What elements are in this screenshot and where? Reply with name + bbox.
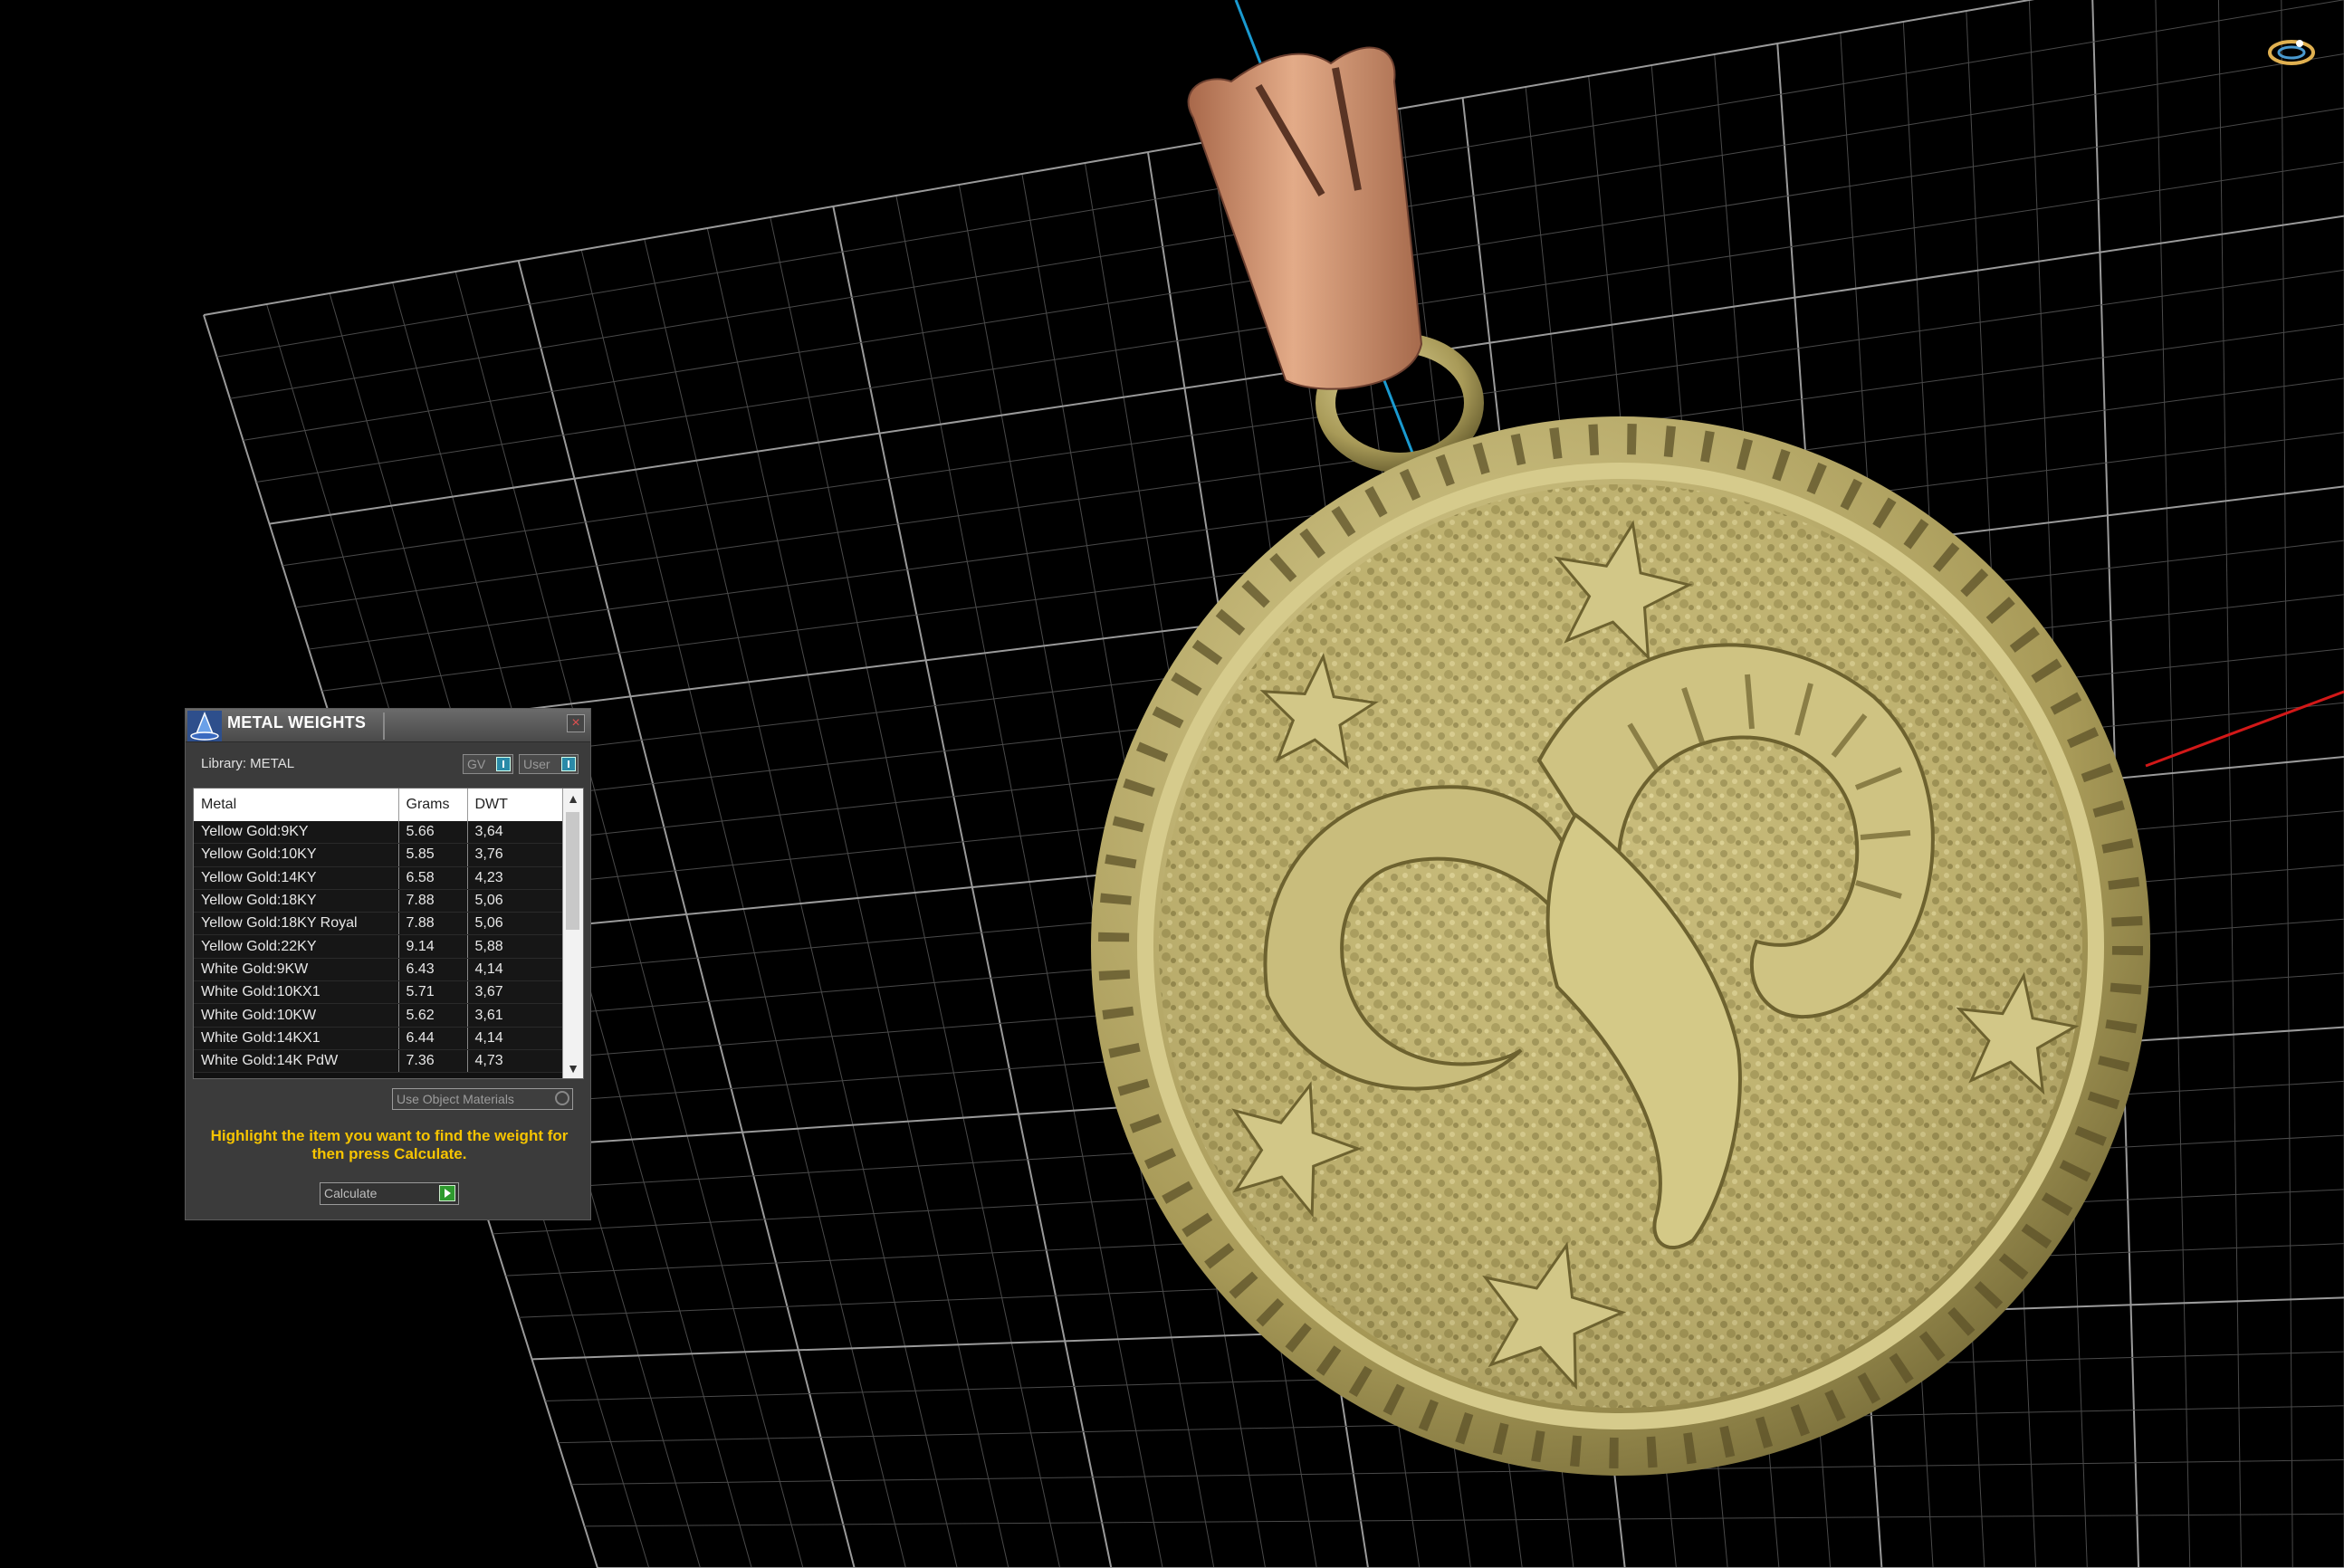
grid-line <box>2217 0 2243 1568</box>
panel-titlebar[interactable]: METAL WEIGHTS × <box>186 709 590 742</box>
table-row[interactable]: Yellow Gold:18KY 7.88 5,06 <box>194 889 566 913</box>
cell-dwt: 4,23 <box>467 866 566 890</box>
cell-metal: White Gold:14K PdW <box>194 1049 399 1074</box>
cell-dwt: 3,67 <box>467 980 566 1005</box>
cell-dwt: 5,06 <box>467 912 566 936</box>
cell-metal: White Gold:14KX1 <box>194 1027 399 1050</box>
scroll-down-arrow-icon[interactable]: ▼ <box>563 1058 583 1078</box>
gv-label: GV <box>467 757 486 771</box>
cell-grams: 7.88 <box>398 889 468 913</box>
cell-metal: White Gold:9KW <box>194 958 399 982</box>
cell-grams: 7.36 <box>398 1049 468 1074</box>
cell-metal: Yellow Gold:18KY <box>194 889 399 913</box>
grid-line <box>2155 0 2191 1568</box>
cell-grams: 5.71 <box>398 980 468 1005</box>
cell-dwt: 3,76 <box>467 843 566 867</box>
panel-title: METAL WEIGHTS <box>227 713 367 731</box>
table-row[interactable]: Yellow Gold:18KY Royal 7.88 5,06 <box>194 912 566 936</box>
table-row[interactable]: Yellow Gold:9KY 5.66 3,64 <box>194 821 566 845</box>
column-header-metal[interactable]: Metal <box>194 789 399 821</box>
cell-grams: 5.85 <box>398 843 468 867</box>
cell-dwt: 4,14 <box>467 1027 566 1050</box>
cell-dwt: 3,64 <box>467 821 566 845</box>
gv-library-toggle[interactable]: GV <box>463 754 513 774</box>
cell-metal: White Gold:10KW <box>194 1003 399 1028</box>
table-row[interactable]: White Gold:14K PdW 7.36 4,73 <box>194 1049 566 1074</box>
user-label: User <box>523 757 550 771</box>
table-row[interactable]: Yellow Gold:22KY 9.14 5,88 <box>194 934 566 959</box>
use-object-materials-label: Use Object Materials <box>397 1092 514 1106</box>
x-axis-line <box>2145 690 2344 768</box>
instruction-hint: Highlight the item you want to find the … <box>210 1127 569 1162</box>
table-scrollbar[interactable]: ▲ ▼ <box>562 789 583 1078</box>
library-label: Library: METAL <box>201 756 295 771</box>
ring-navigation-icon[interactable] <box>2268 40 2315 65</box>
title-separator <box>383 712 385 740</box>
table-row[interactable]: Yellow Gold:14KY 6.58 4,23 <box>194 866 566 890</box>
3d-viewport[interactable]: METAL WEIGHTS × Library: METAL GV User M… <box>0 0 2344 1568</box>
grid-line <box>2281 0 2293 1568</box>
table-row[interactable]: White Gold:14KX1 6.44 4,14 <box>194 1027 566 1050</box>
table-header-row: Metal Grams DWT <box>194 789 566 821</box>
table-row[interactable]: Yellow Gold:10KY 5.85 3,76 <box>194 843 566 867</box>
metal-table-container[interactable]: Metal Grams DWT Yellow Gold:9KY 5.66 3,64 Y… <box>193 788 584 1079</box>
play-icon <box>439 1185 455 1201</box>
cell-grams: 6.58 <box>398 866 468 890</box>
metal-weights-panel[interactable]: METAL WEIGHTS × Library: METAL GV User M… <box>185 708 591 1220</box>
table-row[interactable]: White Gold:10KX1 5.71 3,67 <box>194 980 566 1005</box>
toggle-indicator-icon <box>496 757 511 771</box>
cell-metal: Yellow Gold:10KY <box>194 843 399 867</box>
cell-dwt: 4,73 <box>467 1049 566 1074</box>
cell-metal: White Gold:10KX1 <box>194 980 399 1005</box>
grid-line <box>584 1513 2344 1527</box>
user-library-toggle[interactable]: User <box>519 754 579 774</box>
calculate-button[interactable]: Calculate <box>320 1182 459 1205</box>
table-row[interactable]: White Gold:9KW 6.43 4,14 <box>194 958 566 982</box>
cell-grams: 6.43 <box>398 958 468 982</box>
cell-dwt: 5,88 <box>467 934 566 959</box>
cell-metal: Yellow Gold:14KY <box>194 866 399 890</box>
scrollbar-thumb[interactable] <box>566 812 579 930</box>
cell-metal: Yellow Gold:9KY <box>194 821 399 845</box>
grid-line <box>570 1459 2344 1486</box>
metal-weights-table: Metal Grams DWT Yellow Gold:9KY 5.66 3,64 Y… <box>194 789 566 1074</box>
column-header-dwt[interactable]: DWT <box>467 789 566 821</box>
cell-grams: 6.44 <box>398 1027 468 1050</box>
pendant-model[interactable] <box>1091 46 2150 1476</box>
cell-dwt: 4,14 <box>467 958 566 982</box>
close-icon[interactable]: × <box>567 714 585 732</box>
bail <box>1187 46 1423 390</box>
column-header-grams[interactable]: Grams <box>398 789 468 821</box>
toggle-indicator-icon <box>561 757 576 771</box>
table-row[interactable]: White Gold:10KW 5.62 3,61 <box>194 1003 566 1028</box>
gear-icon <box>555 1091 569 1105</box>
wizard-hat-icon <box>187 711 222 741</box>
cell-grams: 7.88 <box>398 912 468 936</box>
use-object-materials-button[interactable]: Use Object Materials <box>392 1088 573 1110</box>
cell-grams: 5.66 <box>398 821 468 845</box>
cell-grams: 5.62 <box>398 1003 468 1028</box>
cell-metal: Yellow Gold:22KY <box>194 934 399 959</box>
cell-dwt: 5,06 <box>467 889 566 913</box>
calculate-label: Calculate <box>324 1186 378 1200</box>
cell-dwt: 3,61 <box>467 1003 566 1028</box>
cell-metal: Yellow Gold:18KY Royal <box>194 912 399 936</box>
cell-grams: 9.14 <box>398 934 468 959</box>
scroll-up-arrow-icon[interactable]: ▲ <box>563 789 583 808</box>
